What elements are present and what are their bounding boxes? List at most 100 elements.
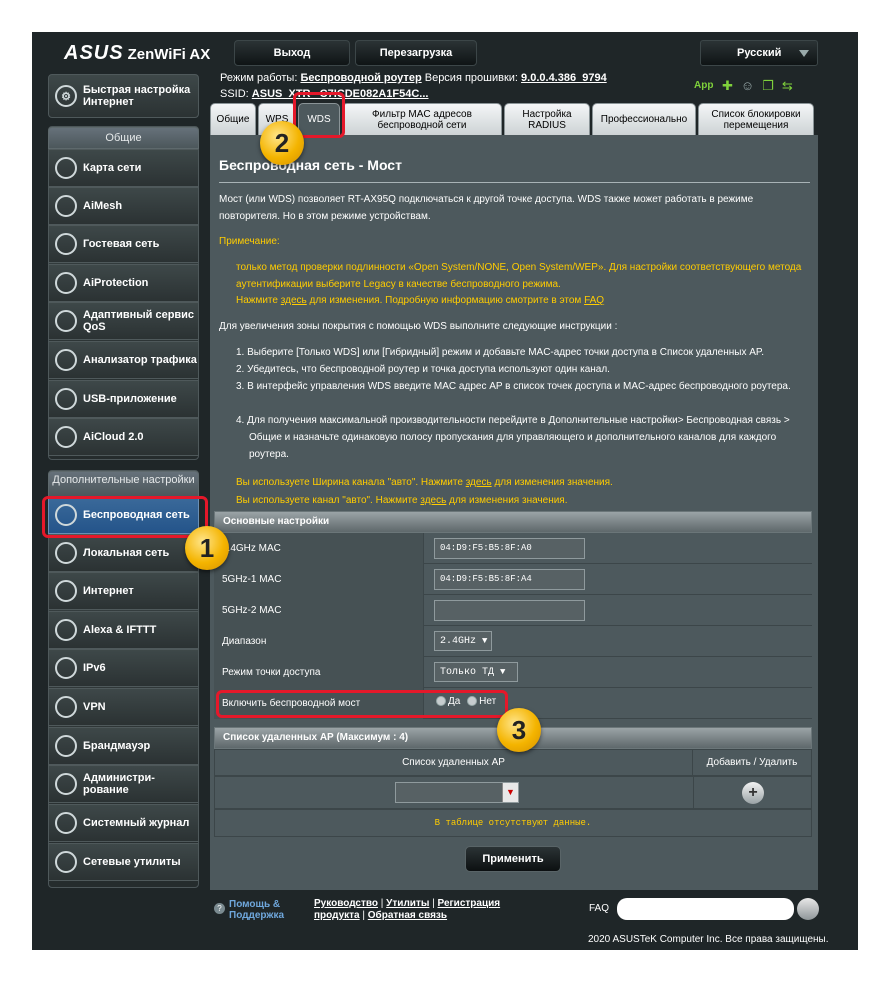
general-item[interactable]: Гостевая сеть <box>48 225 199 263</box>
width-here-link[interactable]: здесь <box>466 477 492 488</box>
advanced-item[interactable]: Локальная сеть <box>48 534 199 572</box>
advanced-item[interactable]: Интернет <box>48 572 199 610</box>
general-item-label: Адаптивный сервис QoS <box>83 309 195 333</box>
general-item[interactable]: AiMesh <box>48 187 199 225</box>
general-item[interactable]: AiCloud 2.0 <box>48 418 199 456</box>
note-here-link[interactable]: здесь <box>281 295 307 306</box>
copy-icon[interactable]: ❐ <box>762 78 774 94</box>
add-icon[interactable]: + <box>742 782 764 804</box>
apply-button[interactable]: Применить <box>465 846 561 872</box>
advanced-item-label: Alexa & IFTTT <box>83 624 157 636</box>
chevron-down-icon <box>799 50 809 57</box>
note-title: Примечание: <box>219 236 280 247</box>
instructions-intro: Для увеличения зоны покрытия с помощью W… <box>219 321 618 332</box>
annotation-highlight-wireless <box>42 496 208 538</box>
add-remove-header: Добавить / Удалить <box>706 757 798 768</box>
search-icon[interactable] <box>797 898 819 920</box>
clients-icon[interactable]: ☺ <box>741 78 754 94</box>
tab-professional[interactable]: Профессионально <box>592 103 696 135</box>
tab-mac-filter[interactable]: Фильтр MAC адресов беспроводной сети <box>342 103 502 135</box>
advanced-item[interactable]: Alexa & IFTTT <box>48 611 199 649</box>
remote-ap-columns: Список удаленных AP Добавить / Удалить <box>214 749 812 776</box>
intro-text: Мост (или WDS) позволяет RT-AX95Q подклю… <box>219 194 754 222</box>
instruction-step: 3. В интерфейс управления WDS введите MA… <box>236 381 791 392</box>
tab-radius[interactable]: Настройка RADIUS <box>504 103 590 135</box>
general-header: Общие <box>48 127 199 149</box>
firmware-label: Версия прошивки: <box>424 72 518 84</box>
advanced-header: Дополнительные настройки <box>48 471 199 497</box>
mode-link[interactable]: Беспроводной роутер <box>300 72 421 84</box>
empty-table-message: В таблице отсутствуют данные. <box>214 809 812 837</box>
annotation-badge-3: 3 <box>497 708 541 752</box>
mac-5g1-label: 5GHz-1 MAC <box>214 564 424 595</box>
advanced-item[interactable]: Сетевые утилиты <box>48 843 199 881</box>
aimesh-icon <box>55 195 77 217</box>
advanced-item[interactable]: IPv6 <box>48 649 199 687</box>
general-item[interactable]: Анализатор трафика <box>48 341 199 379</box>
manual-link[interactable]: Руководство <box>314 898 378 909</box>
general-item[interactable]: USB-приложение <box>48 380 199 418</box>
general-item[interactable]: Адаптивный сервис QoS <box>48 302 199 340</box>
advanced-item-label: Сетевые утилиты <box>83 856 181 868</box>
channel-width-warning: Вы используете Ширина канала "авто". Наж… <box>236 477 613 488</box>
general-item[interactable]: AiProtection <box>48 264 199 302</box>
feedback-link[interactable]: Обратная связь <box>368 910 447 921</box>
ap-mode-select[interactable]: Только ТД ▼ <box>434 662 518 682</box>
copyright: 2020 ASUSTeK Computer Inc. Все права защ… <box>588 934 829 945</box>
advanced-item[interactable]: Администри-рование <box>48 765 199 803</box>
band-select[interactable]: 2.4GHz ▼ <box>434 631 492 651</box>
language-select[interactable]: Русский <box>700 40 818 66</box>
instruction-step: 2. Убедитесь, что беспроводной роутер и … <box>236 364 610 375</box>
tab-roaming-block[interactable]: Список блокировки перемещения <box>698 103 814 135</box>
divider <box>219 182 810 183</box>
usb-icon <box>55 388 77 410</box>
band-row: Диапазон 2.4GHz ▼ <box>214 626 812 657</box>
network-tools-icon <box>55 851 77 873</box>
wan-icon <box>55 580 77 602</box>
ap-mode-label: Режим точки доступа <box>214 657 424 688</box>
reboot-button[interactable]: Перезагрузка <box>355 40 477 66</box>
general-item[interactable]: Карта сети <box>48 149 199 187</box>
app-link[interactable]: App <box>694 80 713 91</box>
firewall-icon <box>55 735 77 757</box>
mac-24-input[interactable]: 04:D9:F5:B5:8F:A0 <box>434 538 585 559</box>
general-item-label: AiProtection <box>83 277 149 289</box>
help-support[interactable]: ? Помощь & Поддержка <box>214 899 284 921</box>
guest-network-icon <box>55 233 77 255</box>
firmware-link[interactable]: 9.0.0.4.386_9794 <box>521 72 607 84</box>
mac-24-label: 2.4GHz MAC <box>214 533 424 564</box>
mac-5g2-input[interactable] <box>434 600 585 621</box>
mac-24-row: 2.4GHz MAC 04:D9:F5:B5:8F:A0 <box>214 533 812 564</box>
registration-link[interactable]: Регистрация <box>438 898 501 909</box>
logout-button[interactable]: Выход <box>234 40 350 66</box>
usb-status-icon[interactable]: ⇆ <box>782 78 793 94</box>
tab-general[interactable]: Общие <box>210 103 256 135</box>
advanced-item-label: VPN <box>83 701 106 713</box>
advanced-item-label: IPv6 <box>83 662 106 674</box>
registration-link-2[interactable]: продукта <box>314 910 360 921</box>
channel-here-link[interactable]: здесь <box>420 495 446 506</box>
utilities-link[interactable]: Утилиты <box>386 898 429 909</box>
general-item-label: AiCloud 2.0 <box>83 431 144 443</box>
system-log-icon <box>55 812 77 834</box>
advanced-item[interactable]: Системный журнал <box>48 804 199 842</box>
annotation-highlight-bridge <box>216 690 508 718</box>
remote-ap-combo[interactable]: ▼ <box>395 782 519 803</box>
annotation-badge-2: 2 <box>260 121 304 165</box>
advanced-item[interactable]: Брандмауэр <box>48 727 199 765</box>
page-title: Беспроводная сеть - Мост <box>219 157 402 173</box>
help-icon: ? <box>214 903 225 914</box>
mode-label: Режим работы: <box>220 72 298 84</box>
administration-icon <box>55 773 77 795</box>
gamepad-icon[interactable]: ✚ <box>722 78 733 94</box>
instruction-step: 1. Выберите [Только WDS] или [Гибридный]… <box>236 347 765 358</box>
alexa-icon <box>55 619 77 641</box>
mac-5g1-input[interactable]: 04:D9:F5:B5:8F:A4 <box>434 569 585 590</box>
faq-search-input[interactable] <box>617 898 794 920</box>
advanced-item-label: Системный журнал <box>83 817 190 829</box>
footer-links: Руководство | Утилиты | Регистрация прод… <box>314 898 501 921</box>
faq-link[interactable]: FAQ <box>584 295 604 306</box>
advanced-item[interactable]: VPN <box>48 688 199 726</box>
dropdown-arrow-icon[interactable]: ▼ <box>502 783 518 802</box>
quick-setup-button[interactable]: ⚙ Быстрая настройка Интернет <box>48 74 199 118</box>
